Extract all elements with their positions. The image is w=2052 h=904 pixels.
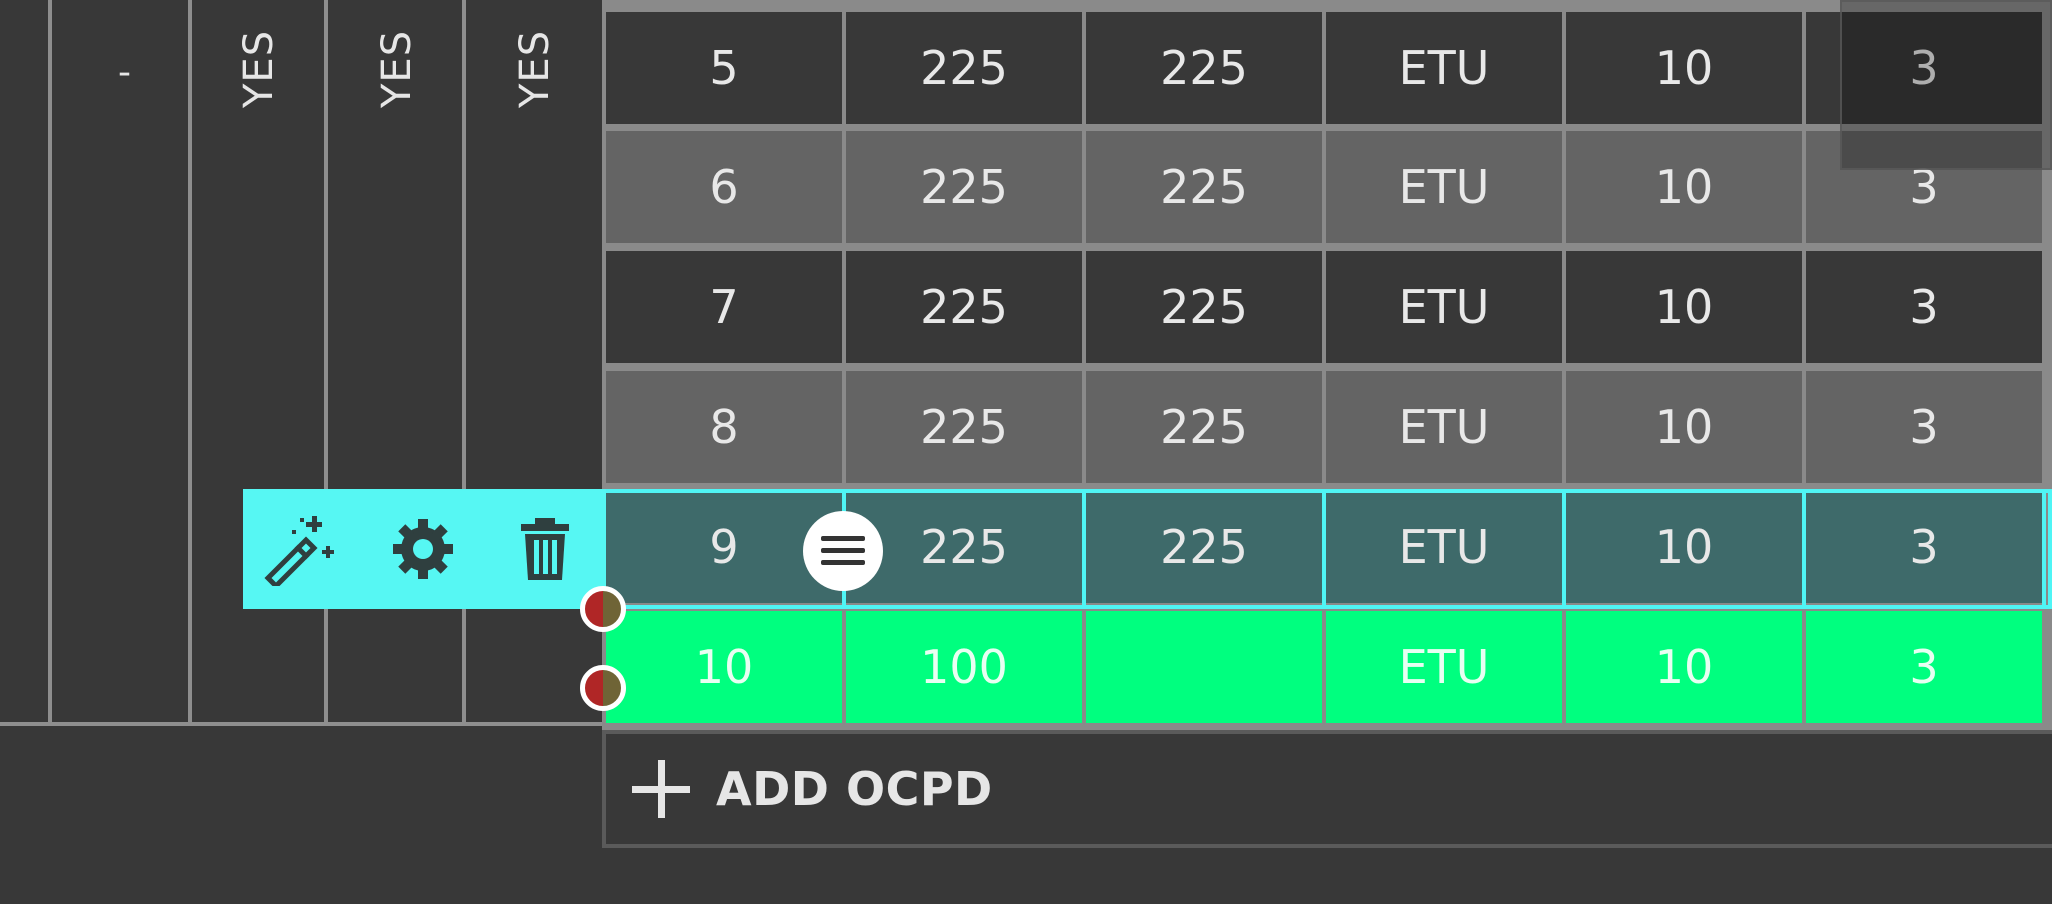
app-root: - YES YES YES 5 225 225 ETU 10 3 6 225 225 ETU 10 3… [0,0,2052,904]
magic-wand-button[interactable] [259,509,339,589]
delete-row-button[interactable] [505,509,585,589]
settings-button[interactable] [383,509,463,589]
cell-trip-type[interactable]: ETU [1326,131,1562,243]
cell-setting-a[interactable]: 10 [1566,371,1802,483]
cell-setting-a[interactable]: 10 [1566,12,1802,124]
trash-icon [521,518,569,580]
cell-setting-a[interactable]: 10 [1566,131,1802,243]
cell-setting-a[interactable]: 10 [1566,611,1802,723]
cell-frame-rating[interactable]: 225 [846,131,1082,243]
cell-trip-rating[interactable]: 225 [1086,491,1322,603]
cell-frame-rating[interactable]: 225 [846,251,1082,363]
column-divider [188,0,192,726]
cell-trip-type[interactable]: ETU [1326,611,1562,723]
row-menu-button[interactable] [803,511,883,591]
cell-trip-rating[interactable] [1086,611,1322,723]
cell-ocpd-number[interactable]: 7 [606,251,842,363]
cell-frame-rating[interactable]: 225 [846,371,1082,483]
cell-trip-type[interactable]: ETU [1326,491,1562,603]
cell-ocpd-number[interactable]: 10 [606,611,842,723]
cell-trip-type[interactable]: ETU [1326,12,1562,124]
cell-trip-type[interactable]: ETU [1326,251,1562,363]
left-column-value-2: YES [236,29,282,108]
cell-trip-rating[interactable]: 225 [1086,251,1322,363]
cell-trip-rating[interactable]: 225 [1086,131,1322,243]
add-ocpd-button[interactable]: ADD OCPD [632,756,993,822]
cell-frame-rating[interactable]: 100 [846,611,1082,723]
cell-trip-type[interactable]: ETU [1326,371,1562,483]
connection-handle[interactable] [580,586,626,632]
drag-ghost-cell [1840,0,2052,170]
selected-row-divider [1562,489,1566,609]
cell-frame-rating[interactable]: 225 [846,12,1082,124]
magic-wand-icon [264,516,334,586]
cell-trip-rating[interactable]: 225 [1086,371,1322,483]
selected-row-divider [1322,489,1326,609]
connection-handle[interactable] [580,665,626,711]
plus-icon [632,760,690,818]
column-divider [462,0,466,726]
cell-ocpd-number[interactable]: 5 [606,12,842,124]
cell-setting-b[interactable]: 3 [1806,251,2042,363]
add-ocpd-label: ADD OCPD [716,762,993,816]
cell-setting-b[interactable]: 3 [1806,371,2042,483]
left-column-value-4: YES [512,29,558,108]
cell-ocpd-number[interactable]: 6 [606,131,842,243]
cell-setting-a[interactable]: 10 [1566,491,1802,603]
cell-trip-rating[interactable]: 225 [1086,12,1322,124]
cell-setting-a[interactable]: 10 [1566,251,1802,363]
column-divider [48,0,52,726]
left-column-value-1: - [118,52,131,93]
ocpd-table: 5 225 225 ETU 10 3 6 225 225 ETU 10 3 7 225 225 ETU 10 3 8… [602,0,2052,730]
selected-row-divider [2042,489,2046,609]
selected-row-divider [1082,489,1086,609]
selected-row-divider [1802,489,1806,609]
cell-setting-b[interactable]: 3 [1806,611,2042,723]
left-table-bottom-border [0,722,604,726]
cell-setting-b[interactable]: 3 [1806,491,2042,603]
hamburger-menu-icon [821,536,865,565]
cell-ocpd-number[interactable]: 8 [606,371,842,483]
left-column-value-3: YES [374,29,420,108]
column-divider [324,0,328,726]
row-toolbar [243,489,606,609]
gear-icon [393,519,453,579]
